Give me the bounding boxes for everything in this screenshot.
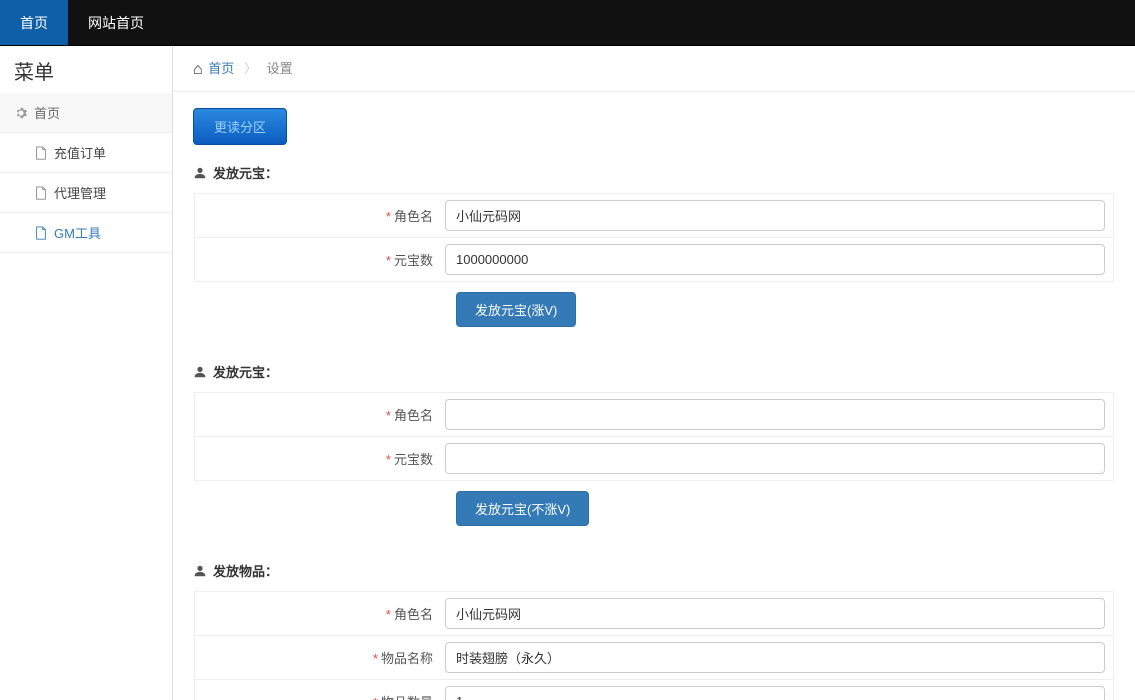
sidebar-home[interactable]: 首页 (0, 93, 172, 133)
document-icon (34, 186, 48, 200)
role-name-input[interactable] (445, 200, 1105, 231)
user-icon (193, 166, 207, 180)
topnav-home-tab[interactable]: 首页 (0, 0, 68, 45)
section-heading-give-gold-nov: 发放元宝： (193, 362, 1115, 381)
sidebar-item-label: 代理管理 (54, 183, 106, 202)
sidebar-item-agent[interactable]: 代理管理 (0, 173, 172, 213)
breadcrumb-separator: 〉 (244, 61, 257, 76)
user-icon (193, 365, 207, 379)
user-icon (193, 564, 207, 578)
section-heading-give-item: 发放物品： (193, 561, 1115, 580)
form-give-item: *角色名 *物品名称 *物品数量 (193, 590, 1115, 700)
gold-count-label: *元宝数 (195, 240, 445, 279)
item-name-label: *物品名称 (195, 638, 445, 677)
role-name-label: *角色名 (195, 594, 445, 633)
section-heading-give-gold-v: 发放元宝： (193, 163, 1115, 182)
breadcrumb-home[interactable]: 首页 (208, 61, 234, 76)
topnav-site-home-tab[interactable]: 网站首页 (68, 0, 164, 45)
load-zones-button[interactable]: 更读分区 (193, 108, 287, 145)
main-content: 首页 〉 设置 更读分区 发放元宝： *角色名 *元宝数 (173, 46, 1135, 700)
gold-count-input[interactable] (445, 244, 1105, 275)
sidebar-item-recharge[interactable]: 充值订单 (0, 133, 172, 173)
sidebar-title: 菜单 (0, 46, 172, 93)
item-qty-input[interactable] (445, 686, 1105, 700)
breadcrumb-current: 设置 (267, 61, 293, 76)
gold-count-label: *元宝数 (195, 439, 445, 478)
role-name-label: *角色名 (195, 395, 445, 434)
form-give-gold-nov: *角色名 *元宝数 发放元宝(不涨V) (193, 391, 1115, 537)
topnav-site-home-label: 网站首页 (88, 13, 144, 33)
form-give-gold-v: *角色名 *元宝数 发放元宝(涨V) (193, 192, 1115, 338)
item-name-input[interactable] (445, 642, 1105, 673)
home-icon (193, 61, 205, 76)
topnav-home-label: 首页 (20, 13, 48, 33)
sidebar-home-label: 首页 (34, 103, 60, 122)
item-role-name-input[interactable] (445, 598, 1105, 629)
document-icon (34, 146, 48, 160)
section-heading-label: 发放元宝： (213, 362, 278, 381)
top-nav: 首页 网站首页 (0, 0, 1135, 46)
sidebar-item-label: 充值订单 (54, 143, 106, 162)
breadcrumb: 首页 〉 设置 (173, 46, 1135, 92)
give-gold-nov-button[interactable]: 发放元宝(不涨V) (456, 491, 589, 526)
section-heading-label: 发放物品： (213, 561, 278, 580)
role-name-label: *角色名 (195, 196, 445, 235)
give-gold-v-button[interactable]: 发放元宝(涨V) (456, 292, 576, 327)
item-qty-label: *物品数量 (195, 682, 445, 700)
document-icon (34, 226, 48, 240)
gear-icon (14, 106, 28, 120)
section-heading-label: 发放元宝： (213, 163, 278, 182)
sidebar-item-label: GM工具 (54, 223, 101, 242)
role-name-input-2[interactable] (445, 399, 1105, 430)
gold-count-input-2[interactable] (445, 443, 1105, 474)
sidebar: 菜单 首页 充值订单 代理管理 GM工具 (0, 46, 173, 700)
sidebar-item-gm-tool[interactable]: GM工具 (0, 213, 172, 253)
